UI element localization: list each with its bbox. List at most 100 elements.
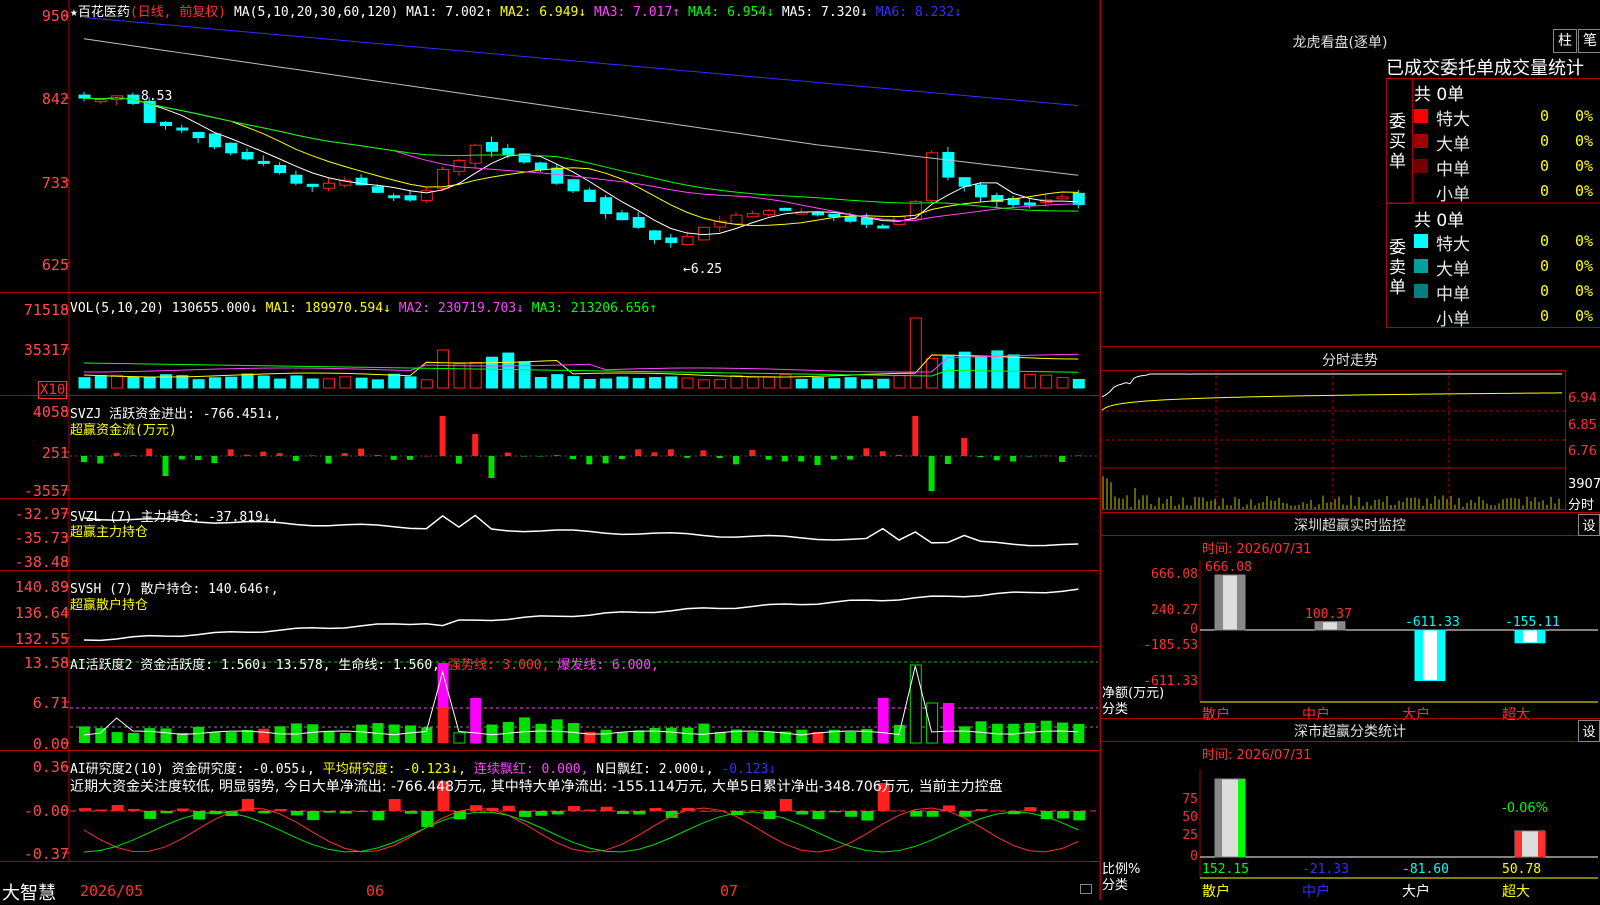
volume-bar bbox=[697, 379, 710, 389]
sc-cat: 分类 bbox=[1102, 878, 1129, 893]
sc-category-label[interactable]: 大户 bbox=[1402, 881, 1430, 901]
flow-bar bbox=[684, 456, 691, 458]
flow-bar bbox=[847, 456, 854, 460]
candle bbox=[975, 184, 987, 198]
fenshi-chart-frame[interactable] bbox=[1100, 370, 1566, 510]
fenshi-title[interactable]: 分时走势 bbox=[1280, 350, 1420, 370]
ai2-a: AI研究度2(10) 资金研究度: -0.055↓, bbox=[70, 762, 315, 777]
candle bbox=[534, 162, 547, 171]
sc-settings-button[interactable]: 设 bbox=[1578, 720, 1600, 742]
price-tick: 733 bbox=[41, 174, 69, 192]
period-mode[interactable]: (日线, 前复权) bbox=[130, 5, 226, 20]
flow-bar bbox=[896, 454, 902, 456]
brand-logo[interactable]: 大智慧 bbox=[2, 879, 56, 905]
candle bbox=[94, 99, 107, 103]
volume-bar bbox=[860, 379, 873, 389]
sz-bar-label: 666.08 bbox=[1205, 560, 1252, 575]
flow-bar bbox=[928, 456, 935, 491]
volume-bar bbox=[502, 352, 515, 389]
activity-bar bbox=[714, 732, 726, 743]
flow-bar bbox=[863, 448, 870, 456]
candle bbox=[225, 142, 238, 154]
volume-bar bbox=[127, 376, 140, 389]
legend-swatch bbox=[1414, 159, 1428, 173]
date-label: 2026/05 bbox=[80, 882, 144, 900]
flow-bar bbox=[993, 456, 1000, 461]
volume-bar bbox=[583, 378, 596, 389]
svsh-tick: 140.89 bbox=[14, 578, 69, 596]
sz-y-tick: 666.08 bbox=[1151, 567, 1198, 582]
activity-bar bbox=[616, 732, 628, 743]
column-mode-button[interactable]: 柱 bbox=[1553, 29, 1577, 53]
activity-bar bbox=[323, 731, 335, 743]
flow-bar bbox=[602, 456, 609, 464]
flow-bar bbox=[618, 456, 625, 460]
candle bbox=[1072, 192, 1085, 205]
buy-total: 共 0单 bbox=[1414, 85, 1465, 105]
svsh-sub: 超赢散户持仓 bbox=[70, 598, 149, 613]
flow-bar bbox=[716, 456, 723, 458]
vol-ma1: MA1: 189970.594↓ bbox=[265, 301, 391, 316]
vol-tick: 35317 bbox=[23, 341, 69, 359]
flow-bar bbox=[341, 453, 348, 456]
ma3-value: MA3: 7.017↑ bbox=[594, 5, 681, 20]
flow-bar bbox=[879, 451, 886, 456]
flow-bar bbox=[488, 456, 495, 478]
x10-badge[interactable]: X10 bbox=[38, 381, 68, 399]
activity-bar bbox=[877, 743, 889, 744]
sz-settings-button[interactable]: 设 bbox=[1578, 514, 1600, 536]
sc-category-label[interactable]: 散户 bbox=[1202, 881, 1230, 901]
flow-bar bbox=[1026, 456, 1033, 457]
lock-icon[interactable] bbox=[1080, 884, 1092, 894]
legend-swatch bbox=[1414, 109, 1428, 123]
stock-name[interactable]: ★百花医药 bbox=[70, 5, 130, 20]
candle bbox=[371, 186, 384, 193]
candle bbox=[388, 195, 401, 199]
sc-category-label[interactable]: 中户 bbox=[1302, 881, 1330, 901]
research-bar bbox=[144, 811, 157, 819]
buy-section-label: 委买单 bbox=[1389, 112, 1406, 172]
volume-bar bbox=[567, 376, 580, 389]
volume-bar bbox=[192, 379, 205, 389]
candle bbox=[306, 183, 319, 187]
volume-bar bbox=[388, 373, 401, 389]
ma-label: MA(5,10,20,30,60,120) bbox=[233, 5, 399, 20]
research-bar bbox=[323, 811, 336, 813]
activity-bar bbox=[160, 728, 172, 743]
research-bar bbox=[258, 811, 271, 814]
sc-time: 时间: 2026/07/31 bbox=[1202, 748, 1312, 763]
sc-category-label[interactable]: 超大 bbox=[1502, 881, 1530, 901]
activity-bar bbox=[193, 726, 205, 743]
ai2-header: AI研究度2(10) 资金研究度: -0.055↓, 平均研究度: -0.123… bbox=[70, 758, 776, 777]
flow-bar bbox=[961, 438, 968, 456]
ma4-value: MA4: 6.954↓ bbox=[687, 5, 775, 20]
research-bar bbox=[828, 811, 841, 813]
flow-bar bbox=[407, 456, 413, 460]
sc-top-label: -0.06% bbox=[1502, 801, 1548, 816]
tick-mode-button[interactable]: 笔 bbox=[1578, 29, 1600, 53]
research-bar bbox=[796, 811, 809, 815]
sell-section-label: 委卖单 bbox=[1389, 238, 1406, 298]
svzl-sub: 超赢主力持仓 bbox=[70, 525, 149, 540]
candle bbox=[616, 212, 629, 221]
activity-bar bbox=[127, 732, 139, 743]
volume-bar bbox=[94, 374, 107, 389]
volume-bar bbox=[812, 377, 824, 389]
research-bar bbox=[1057, 811, 1069, 819]
activity-bar bbox=[926, 702, 939, 744]
order-size-label: 小单 bbox=[1436, 310, 1470, 330]
svzl-tick: -32.97 bbox=[14, 505, 69, 523]
volume-bar bbox=[616, 376, 629, 389]
activity-bar bbox=[437, 708, 449, 743]
research-bar bbox=[991, 810, 1004, 811]
research-bar bbox=[160, 811, 173, 814]
activity-bar bbox=[649, 728, 661, 743]
volume-bar bbox=[844, 377, 857, 389]
research-bar bbox=[633, 811, 646, 815]
flow-bar bbox=[1010, 456, 1017, 462]
price-tick: 950 bbox=[41, 7, 69, 25]
activity-bar bbox=[95, 728, 107, 743]
ai1-tick: 6.71 bbox=[32, 694, 69, 712]
activity-bar bbox=[942, 703, 954, 743]
flow-bar bbox=[635, 449, 642, 456]
